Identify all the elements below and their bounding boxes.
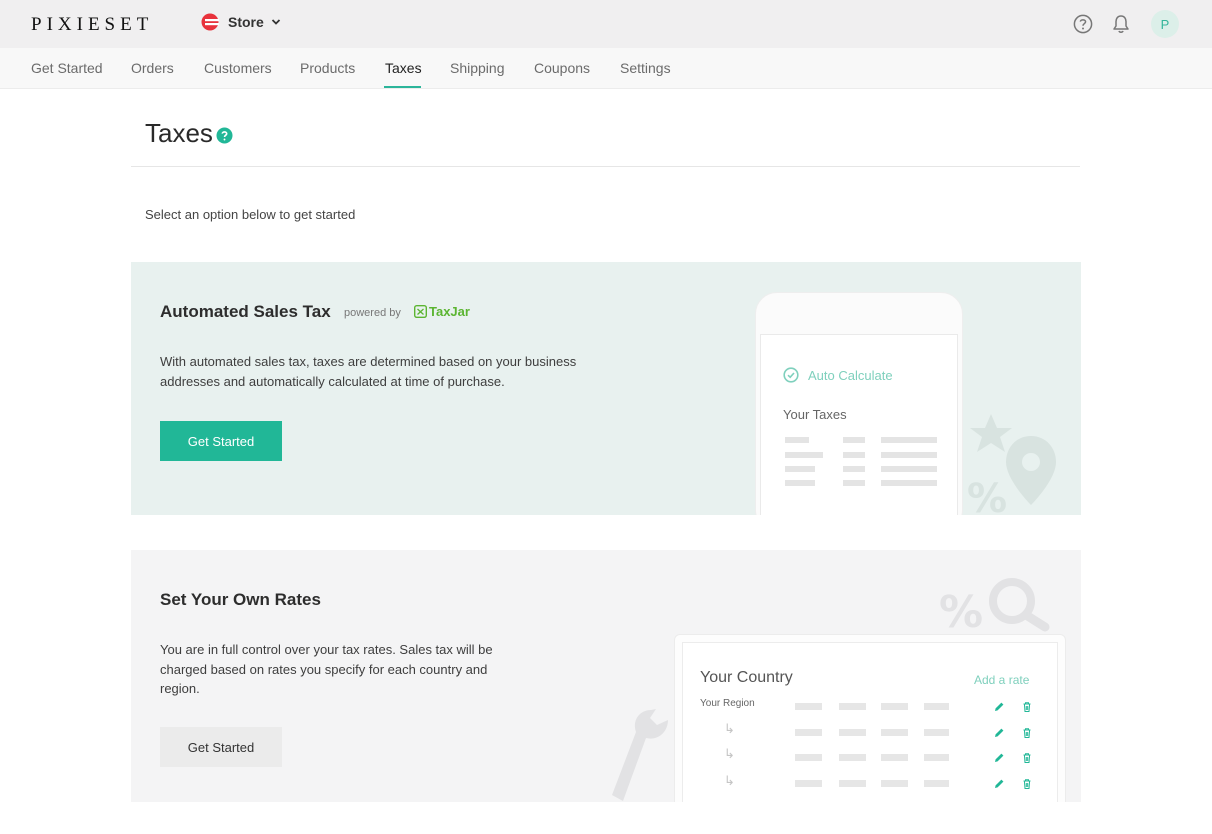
placeholder-line: [839, 703, 866, 710]
nav-orders[interactable]: Orders: [131, 60, 174, 76]
edit-pencil-icon[interactable]: [993, 778, 1005, 790]
set-own-rates-card: Set Your Own Rates You are in full contr…: [131, 550, 1081, 802]
intro-text: Select an option below to get started: [145, 207, 356, 222]
placeholder-line: [881, 780, 908, 787]
placeholder-line: [881, 754, 908, 761]
placeholder-line: [881, 729, 908, 736]
store-label: Store: [228, 14, 264, 30]
placeholder-line: [924, 729, 949, 736]
placeholder-line: [795, 703, 822, 710]
phone-illustration: Auto Calculate Your Taxes: [755, 292, 963, 515]
placeholder-line: [924, 754, 949, 761]
nav-taxes[interactable]: Taxes: [385, 60, 422, 76]
placeholder-line: [881, 703, 908, 710]
placeholder-line: [795, 729, 822, 736]
placeholder-line: [785, 452, 823, 458]
sub-region-arrow: ↳: [724, 773, 735, 788]
placeholder-line: [795, 780, 822, 787]
own-rates-description: You are in full control over your tax ra…: [160, 642, 493, 696]
placeholder-line: [795, 754, 822, 761]
delete-trash-icon[interactable]: [1021, 727, 1033, 739]
nav-get-started[interactable]: Get Started: [31, 60, 103, 76]
your-country-label: Your Country: [700, 669, 793, 686]
store-nav: Get Started Orders Customers Products Ta…: [0, 48, 1212, 89]
taxjar-icon: [414, 305, 427, 318]
placeholder-line: [843, 480, 865, 486]
taxjar-brand: TaxJar: [429, 304, 470, 319]
check-circle-icon: [783, 367, 799, 383]
sub-region-arrow: ↳: [724, 721, 735, 736]
placeholder-line: [881, 466, 937, 472]
automated-sales-tax-card: Automated Sales Tax powered by TaxJar Wi…: [131, 262, 1081, 515]
placeholder-line: [881, 452, 937, 458]
nav-shipping[interactable]: Shipping: [450, 60, 505, 76]
placeholder-line: [785, 480, 815, 486]
page-title: Taxes: [145, 118, 213, 148]
edit-pencil-icon[interactable]: [993, 727, 1005, 739]
placeholder-line: [839, 729, 866, 736]
automated-get-started-button[interactable]: Get Started: [160, 421, 282, 461]
placeholder-line: [881, 437, 937, 443]
placeholder-line: [924, 703, 949, 710]
tax-map-decoration-icon: %: [967, 414, 1056, 515]
top-bar: PIXIESET Store P: [0, 0, 1212, 48]
taxjar-logo: TaxJar: [414, 304, 470, 319]
nav-coupons[interactable]: Coupons: [534, 60, 590, 76]
active-tab-indicator: [384, 86, 421, 88]
placeholder-line: [785, 437, 809, 443]
placeholder-line: [785, 466, 815, 472]
store-switcher[interactable]: Store: [201, 13, 281, 31]
nav-customers[interactable]: Customers: [204, 60, 272, 76]
own-rates-get-started-button[interactable]: Get Started: [160, 727, 282, 767]
title-divider: [131, 166, 1080, 167]
edit-pencil-icon[interactable]: [993, 752, 1005, 764]
pixieset-logo[interactable]: PIXIESET: [31, 14, 153, 36]
placeholder-line: [843, 452, 865, 458]
placeholder-line: [839, 754, 866, 761]
nav-settings[interactable]: Settings: [620, 60, 671, 76]
auto-calculate-label: Auto Calculate: [808, 367, 893, 383]
placeholder-line: [843, 466, 865, 472]
automated-description: With automated sales tax, taxes are dete…: [160, 354, 577, 389]
placeholder-line: [881, 480, 937, 486]
placeholder-line: [839, 780, 866, 787]
nav-products[interactable]: Products: [300, 60, 355, 76]
placeholder-line: [843, 437, 865, 443]
edit-pencil-icon[interactable]: [993, 701, 1005, 713]
delete-trash-icon[interactable]: [1021, 752, 1033, 764]
store-logo-icon: [201, 13, 219, 31]
svg-text:%: %: [967, 476, 1007, 515]
placeholder-line: [924, 780, 949, 787]
user-avatar[interactable]: P: [1151, 10, 1179, 38]
percent-search-decoration-icon: %: [939, 578, 1050, 635]
help-icon[interactable]: [216, 127, 233, 144]
auto-calculate-row: Auto Calculate: [783, 367, 893, 383]
help-circle-icon[interactable]: [1073, 14, 1093, 34]
svg-text:%: %: [939, 587, 983, 635]
your-region-label: Your Region: [700, 698, 755, 709]
sub-region-arrow: ↳: [724, 746, 735, 761]
chevron-down-icon: [271, 19, 280, 25]
your-taxes-label: Your Taxes: [783, 407, 847, 422]
automated-title: Automated Sales Tax: [160, 302, 331, 321]
powered-by-label: powered by: [344, 307, 401, 319]
wrench-decoration-icon: [612, 709, 668, 801]
own-rates-title: Set Your Own Rates: [160, 590, 321, 609]
rates-illustration: Your Country Add a rate Your Region ↳ ↳ …: [674, 634, 1066, 802]
delete-trash-icon[interactable]: [1021, 701, 1033, 713]
bell-icon[interactable]: [1112, 14, 1130, 34]
phone-screen: Auto Calculate Your Taxes: [760, 334, 958, 515]
delete-trash-icon[interactable]: [1021, 778, 1033, 790]
add-a-rate-link[interactable]: Add a rate: [974, 673, 1029, 687]
rates-panel-inner: Your Country Add a rate Your Region ↳ ↳ …: [682, 642, 1058, 802]
